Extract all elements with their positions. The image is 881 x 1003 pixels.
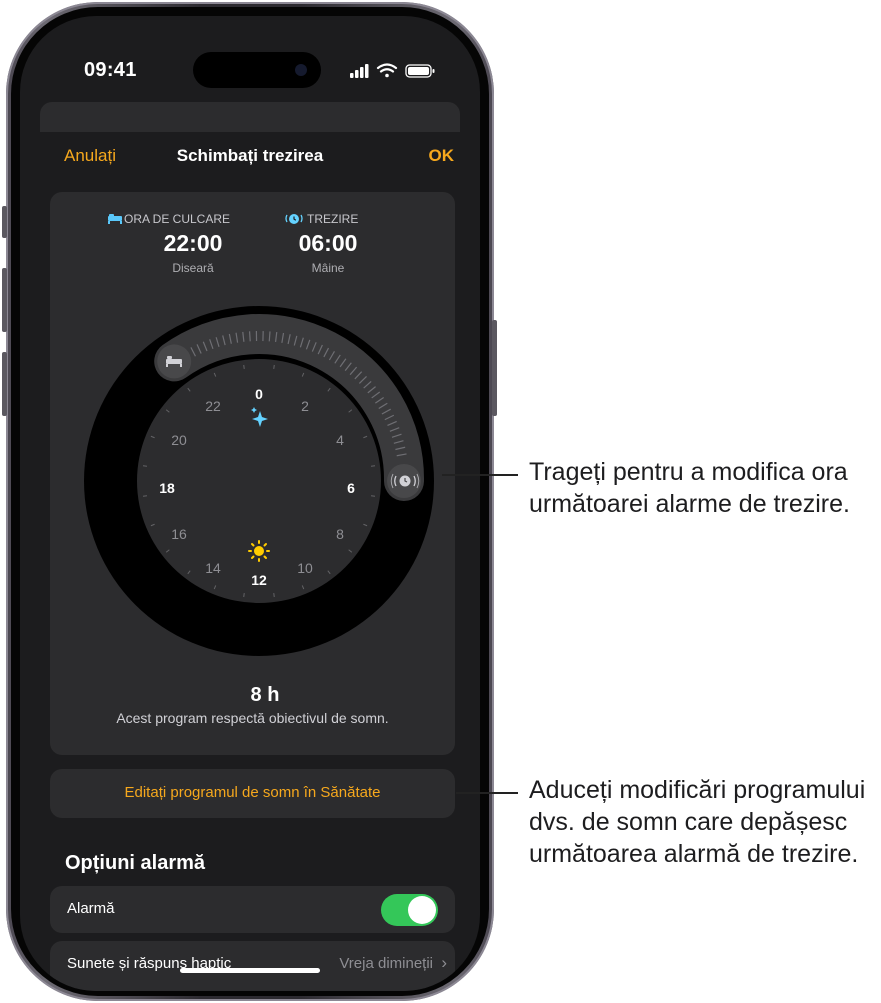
callout-edit-schedule: Aduceți modificări programului dvs. de s… bbox=[529, 776, 866, 868]
arc-tick bbox=[248, 331, 251, 342]
alarm-row: Alarmă bbox=[50, 886, 455, 933]
hour-label-16: 16 bbox=[171, 526, 187, 542]
edit-sleep-schedule-button[interactable]: Editați programul de somn în Sănătate bbox=[50, 769, 455, 818]
dial-tick bbox=[370, 495, 376, 497]
sheet-background bbox=[40, 102, 460, 132]
hour-label-0: 0 bbox=[255, 386, 263, 402]
hour-label-10: 10 bbox=[297, 560, 313, 576]
cancel-button[interactable]: Anulați bbox=[64, 146, 116, 166]
callout-drag-wake: Trageți pentru a modifica ora următoarei… bbox=[529, 458, 850, 518]
bedtime-label: ORA DE CULCARE bbox=[124, 212, 231, 226]
sleep-goal-note: Acest program respectă obiectivul de som… bbox=[116, 710, 389, 726]
home-indicator[interactable] bbox=[180, 968, 320, 973]
callout-line-1 bbox=[442, 474, 518, 476]
screen: 09:41 Anulați Schimbați trezirea OK ORA … bbox=[20, 16, 480, 991]
bed-icon bbox=[108, 214, 122, 224]
alarm-icon bbox=[285, 214, 303, 224]
wake-handle[interactable] bbox=[387, 464, 421, 498]
hour-label-20: 20 bbox=[171, 432, 187, 448]
cellular-signal-icon bbox=[350, 64, 369, 78]
alarm-toggle[interactable] bbox=[381, 894, 438, 926]
dial-tick bbox=[273, 592, 275, 598]
alarm-label: Alarmă bbox=[67, 900, 115, 917]
wake-time: 06:00 bbox=[298, 230, 358, 256]
dial-tick bbox=[370, 465, 376, 467]
done-button[interactable]: OK bbox=[429, 146, 455, 166]
hour-label-2: 2 bbox=[301, 398, 309, 414]
edit-sleep-schedule-label: Editați programul de somn în Sănătate bbox=[124, 784, 381, 801]
wifi-icon bbox=[376, 63, 398, 78]
sounds-haptics-value: Vreja dimineții bbox=[339, 955, 433, 972]
alarm-options-title: Opțiuni alarmă bbox=[65, 852, 206, 874]
bedtime-handle[interactable] bbox=[157, 344, 192, 379]
status-time: 09:41 bbox=[84, 59, 137, 81]
sounds-haptics-row[interactable]: Sunete și răspuns haptic Vreja dimineții… bbox=[50, 941, 455, 991]
chevron-right-icon: › bbox=[441, 953, 447, 972]
wake-label: TREZIRE bbox=[307, 212, 359, 226]
action-button bbox=[2, 206, 7, 238]
hour-label-4: 4 bbox=[336, 432, 344, 448]
bedtime-day: Diseară bbox=[172, 261, 214, 275]
hour-label-14: 14 bbox=[205, 560, 221, 576]
hour-label-8: 8 bbox=[336, 526, 344, 542]
wake-day: Mâine bbox=[311, 261, 345, 275]
sleep-schedule-dial: 0 2 4 6 8 10 12 14 16 18 20 22 bbox=[84, 306, 434, 656]
bedtime-time: 22:00 bbox=[163, 230, 223, 256]
dial-tick bbox=[243, 592, 245, 598]
callout-line-2 bbox=[456, 792, 518, 794]
camera-icon bbox=[295, 64, 307, 76]
side-button bbox=[492, 320, 497, 416]
volume-down-button bbox=[2, 352, 7, 416]
sun-icon bbox=[248, 540, 270, 562]
hour-label-12: 12 bbox=[251, 572, 267, 588]
dial-tick bbox=[273, 364, 275, 370]
dial-tick bbox=[142, 465, 148, 467]
volume-up-button bbox=[2, 268, 7, 332]
dial-tick bbox=[243, 364, 245, 370]
status-icons bbox=[350, 63, 435, 78]
hour-label-18: 18 bbox=[159, 480, 175, 496]
hour-label-22: 22 bbox=[205, 398, 221, 414]
dial-tick bbox=[142, 495, 148, 497]
arc-tick bbox=[268, 331, 271, 342]
battery-icon bbox=[405, 64, 435, 78]
toggle-knob bbox=[408, 896, 436, 924]
nav-title: Schimbați trezirea bbox=[176, 146, 324, 165]
hour-label-6: 6 bbox=[347, 480, 355, 496]
